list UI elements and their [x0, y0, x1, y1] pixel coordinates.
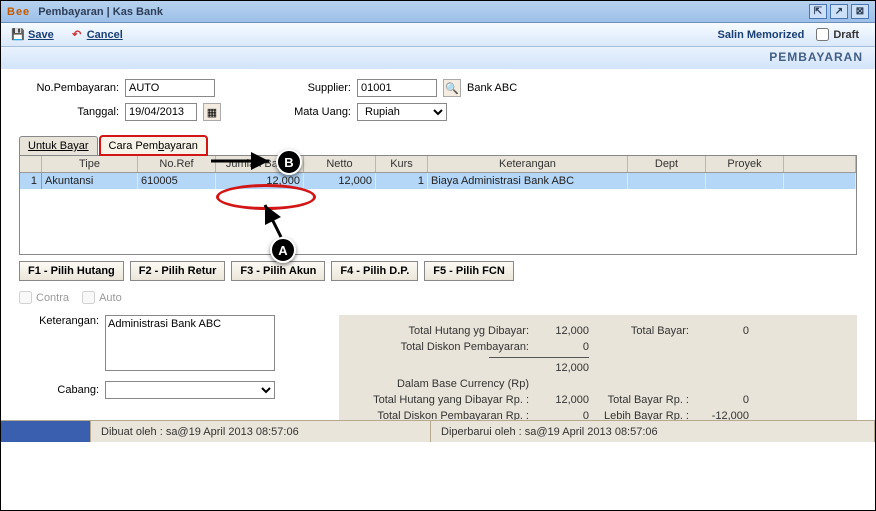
f3-pilih-akun-button[interactable]: F3 - Pilih Akun — [231, 261, 325, 281]
cancel-label: Cancel — [87, 29, 123, 41]
salin-label: Salin Memorized — [718, 29, 805, 41]
cell-dept — [628, 173, 706, 189]
undo-icon: ↶ — [70, 28, 84, 42]
col-jumlah-bayar: Jumlah Bayar — [216, 156, 304, 172]
tanggal-input[interactable] — [125, 103, 197, 121]
salin-memorized-button[interactable]: Salin Memorized — [714, 27, 809, 43]
save-button[interactable]: 💾 Save — [7, 26, 58, 44]
draft-label: Draft — [833, 29, 859, 41]
col-keterangan: Keterangan — [428, 156, 628, 172]
cabang-label: Cabang: — [19, 384, 99, 396]
tab-cara-pembayaran-label: Cara Pembayaran — [109, 140, 198, 152]
f1-pilih-hutang-button[interactable]: F1 - Pilih Hutang — [19, 261, 124, 281]
keterangan-textarea[interactable] — [105, 315, 275, 371]
cabang-select[interactable] — [105, 381, 275, 399]
col-kurs: Kurs — [376, 156, 428, 172]
cell-jumlah-bayar: 12,000 — [216, 173, 304, 189]
col-proyek: Proyek — [706, 156, 784, 172]
sum-r4l: Total Bayar Rp. : — [589, 394, 689, 406]
f4-pilih-dp-button[interactable]: F4 - Pilih D.P. — [331, 261, 418, 281]
col-idx — [20, 156, 42, 172]
sum-v2: 0 — [529, 341, 589, 353]
supplier-code-input[interactable] — [357, 79, 437, 97]
sum-l2: Total Diskon Pembayaran: — [349, 341, 529, 353]
sum-v1: 12,000 — [529, 325, 589, 337]
auto-checkbox — [82, 291, 95, 304]
toolbar: 💾 Save ↶ Cancel Salin Memorized Draft — [1, 23, 875, 47]
col-noref: No.Ref — [138, 156, 216, 172]
status-created: Dibuat oleh : sa@19 April 2013 08:57:06 — [91, 421, 431, 442]
no-pembayaran-label: No.Pembayaran: — [19, 82, 119, 94]
status-progress — [1, 421, 91, 442]
no-pembayaran-input[interactable] — [125, 79, 215, 97]
col-netto: Netto — [304, 156, 376, 172]
sum-base: Dalam Base Currency (Rp) — [349, 378, 529, 390]
sum-l1: Total Hutang yg Dibayar: — [349, 325, 529, 337]
status-updated: Diperbarui oleh : sa@19 April 2013 08:57… — [431, 421, 875, 442]
grid-row[interactable]: 1 Akuntansi 610005 12,000 12,000 1 Biaya… — [20, 173, 856, 189]
sum-r1l: Total Bayar: — [589, 325, 689, 337]
cell-keterangan: Biaya Administrasi Bank ABC — [428, 173, 628, 189]
sum-v4: 12,000 — [529, 394, 589, 406]
supplier-label: Supplier: — [281, 82, 351, 94]
search-icon: 🔍 — [445, 82, 459, 95]
f2-pilih-retur-button[interactable]: F2 - Pilih Retur — [130, 261, 226, 281]
auto-label: Auto — [99, 292, 122, 304]
grid-header: Tipe No.Ref Jumlah Bayar Netto Kurs Kete… — [20, 156, 856, 173]
col-blank — [784, 156, 856, 172]
keterangan-label: Keterangan: — [19, 315, 99, 327]
sum-r4v: 0 — [689, 394, 749, 406]
page-header: PEMBAYARAN — [1, 47, 875, 69]
cell-tipe: Akuntansi — [42, 173, 138, 189]
mata-uang-label: Mata Uang: — [281, 106, 351, 118]
cell-proyek — [706, 173, 784, 189]
tab-untuk-bayar[interactable]: Untuk Bayar — [19, 136, 98, 155]
title-bar: Bee Pembayaran | Kas Bank ⇱ ↗ ⊠ — [1, 1, 875, 23]
window-title: Pembayaran | Kas Bank — [38, 6, 806, 18]
tab-bar: Untuk Bayar Cara Pembayaran — [19, 133, 857, 155]
maximize-button[interactable]: ↗ — [830, 4, 848, 19]
supplier-name-text: Bank ABC — [467, 82, 517, 94]
calendar-button[interactable]: ▦ — [203, 103, 221, 121]
col-tipe: Tipe — [42, 156, 138, 172]
contra-label: Contra — [36, 292, 69, 304]
cell-noref: 610005 — [138, 173, 216, 189]
tanggal-label: Tanggal: — [19, 106, 119, 118]
cell-kurs: 1 — [376, 173, 428, 189]
cell-idx: 1 — [20, 173, 42, 189]
payment-grid[interactable]: Tipe No.Ref Jumlah Bayar Netto Kurs Kete… — [19, 155, 857, 255]
close-window-button[interactable]: ⊠ — [851, 4, 869, 19]
supplier-lookup-button[interactable]: 🔍 — [443, 79, 461, 97]
cancel-button[interactable]: ↶ Cancel — [66, 26, 127, 44]
status-bar: Dibuat oleh : sa@19 April 2013 08:57:06 … — [1, 420, 875, 442]
sum-r1v: 0 — [689, 325, 749, 337]
cell-blank — [784, 173, 856, 189]
tab-cara-pembayaran[interactable]: Cara Pembayaran — [100, 136, 207, 155]
calendar-icon: ▦ — [207, 106, 217, 119]
contra-checkbox — [19, 291, 32, 304]
detach-button[interactable]: ⇱ — [809, 4, 827, 19]
save-icon: 💾 — [11, 28, 25, 42]
cell-netto: 12,000 — [304, 173, 376, 189]
sum-v3: 12,000 — [529, 362, 589, 374]
f5-pilih-fcn-button[interactable]: F5 - Pilih FCN — [424, 261, 514, 281]
summary-panel: Total Hutang yg Dibayar: 12,000 Total Ba… — [339, 315, 857, 432]
sum-l4: Total Hutang yang Dibayar Rp. : — [349, 394, 529, 406]
tab-untuk-bayar-label: Untuk Bayar — [28, 140, 89, 152]
mata-uang-select[interactable]: Rupiah — [357, 103, 447, 121]
app-logo: Bee — [7, 6, 30, 18]
draft-checkbox[interactable] — [816, 28, 829, 41]
col-dept: Dept — [628, 156, 706, 172]
save-label: Save — [28, 29, 54, 41]
